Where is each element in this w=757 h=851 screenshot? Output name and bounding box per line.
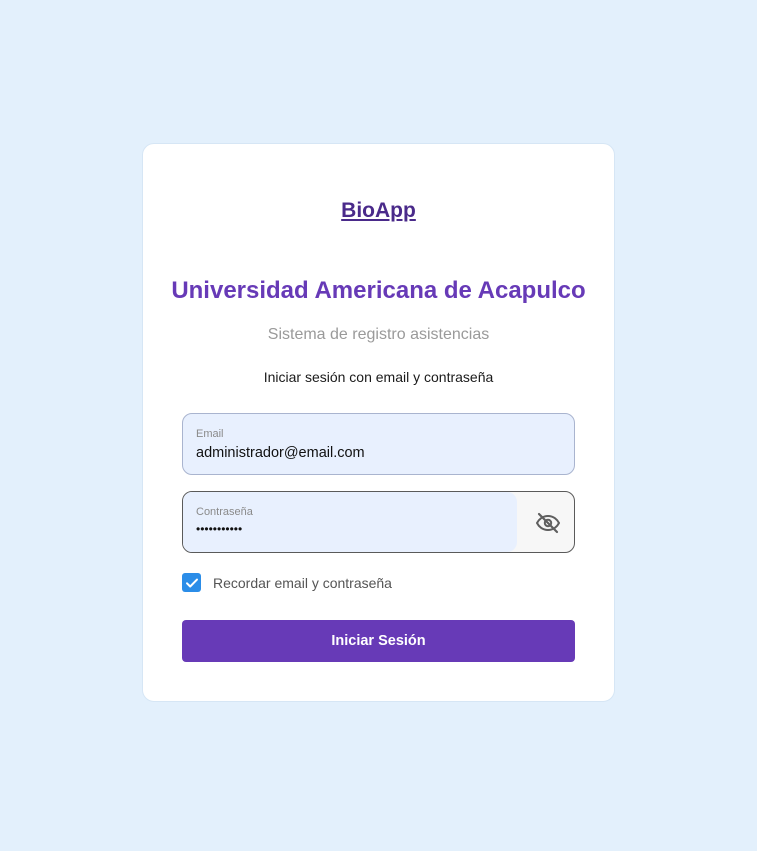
remember-option[interactable]: Recordar email y contraseña [182, 573, 392, 592]
login-button[interactable]: Iniciar Sesión [182, 620, 575, 662]
password-field[interactable]: Contraseña ••••••••••• [182, 491, 575, 553]
brand-link[interactable]: BioApp [341, 199, 416, 222]
password-input[interactable]: ••••••••••• [196, 522, 506, 536]
password-label: Contraseña [196, 506, 253, 518]
page-subtitle: Sistema de registro asistencias [267, 326, 490, 343]
check-icon [185, 578, 198, 587]
login-instruction: Iniciar sesión con email y contraseña [263, 369, 494, 385]
email-field[interactable]: Email [182, 413, 575, 475]
page-title: Universidad Americana de Acapulco [171, 277, 586, 304]
eye-off-icon[interactable] [536, 511, 560, 535]
login-card: BioApp Universidad Americana de Acapulco… [142, 143, 615, 702]
email-label: Email [196, 428, 224, 440]
email-input[interactable] [196, 445, 506, 461]
remember-label: Recordar email y contraseña [213, 574, 392, 591]
brand-logo[interactable]: BioApp [143, 199, 614, 223]
remember-checkbox[interactable] [182, 573, 201, 592]
